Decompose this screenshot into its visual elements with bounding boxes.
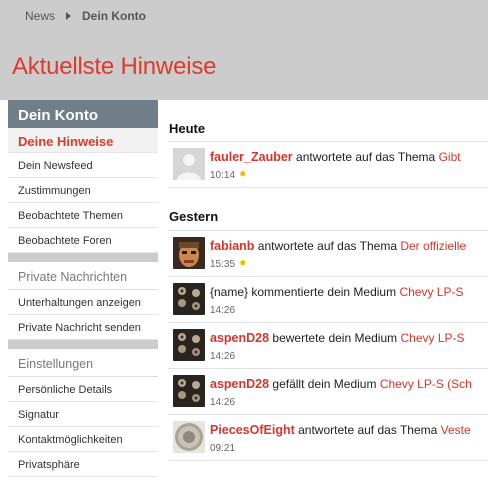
notification-time: 10:14 ✸ bbox=[210, 169, 247, 181]
sidebar-item-persoenliche-details[interactable]: Persönliche Details bbox=[8, 377, 158, 402]
sidebar-header[interactable]: Dein Konto bbox=[8, 100, 158, 128]
sidebar-divider bbox=[8, 340, 158, 349]
sidebar-item-newsfeed[interactable]: Dein Newsfeed bbox=[8, 153, 158, 178]
sidebar-divider bbox=[8, 253, 158, 262]
sidebar-group-einstellungen[interactable]: Einstellungen bbox=[8, 349, 158, 377]
sidebar-item-deine-hinweise[interactable]: Deine Hinweise bbox=[8, 128, 158, 153]
notification-thread-link[interactable]: Gibt bbox=[439, 150, 461, 164]
notification-user-link[interactable]: fauler_Zauber bbox=[210, 150, 293, 164]
notification-text: aspenD28 gefällt dein Medium Chevy LP-S … bbox=[210, 377, 472, 391]
breadcrumb-current[interactable]: Dein Konto bbox=[82, 9, 146, 23]
coin-avatar[interactable] bbox=[173, 421, 205, 453]
notification-item[interactable]: aspenD28 bewertete dein Medium Chevy LP-… bbox=[168, 323, 488, 369]
notification-text: fauler_Zauber antwortete auf das Thema G… bbox=[210, 150, 461, 164]
notification-thread-link[interactable]: Der offizielle bbox=[400, 239, 466, 253]
page-title: Aktuellste Hinweise bbox=[12, 53, 217, 80]
section-title-heute: Heute bbox=[169, 121, 206, 136]
notification-text: {name} kommentierte dein Medium Chevy LP… bbox=[210, 285, 463, 299]
notification-thread-link[interactable]: Veste bbox=[441, 423, 471, 437]
notification-action: antwortete auf das Thema bbox=[257, 239, 397, 253]
notification-time: 14:26 bbox=[210, 351, 236, 362]
notification-user-link[interactable]: aspenD28 bbox=[210, 377, 269, 391]
notification-action: antwortete auf das Thema bbox=[296, 150, 436, 164]
section-title-gestern: Gestern bbox=[169, 209, 219, 224]
breadcrumb-news-link[interactable]: News bbox=[25, 9, 55, 23]
star-icon: ✸ bbox=[239, 258, 247, 268]
notification-time: 14:26 bbox=[210, 305, 236, 316]
sidebar-item-signatur[interactable]: Signatur bbox=[8, 402, 158, 427]
notification-item[interactable]: PiecesOfEight antwortete auf das Thema V… bbox=[168, 415, 488, 461]
notification-item[interactable]: fabianb antwortete auf das Thema Der off… bbox=[168, 231, 488, 277]
notification-action: antwortete auf das Thema bbox=[298, 423, 438, 437]
notification-media-link[interactable]: Chevy LP-S bbox=[399, 285, 463, 299]
sidebar-item-unterhaltungen[interactable]: Unterhaltungen anzeigen bbox=[8, 290, 158, 315]
notification-time: 09:21 bbox=[210, 443, 236, 454]
notification-item[interactable]: fauler_Zauber antwortete auf das Thema G… bbox=[168, 142, 488, 188]
notifications-list: Heute fauler_Zauber antwortete auf das T… bbox=[168, 100, 488, 478]
star-icon: ✸ bbox=[239, 169, 247, 179]
notification-item[interactable]: {name} kommentierte dein Medium Chevy LP… bbox=[168, 277, 488, 323]
breadcrumb: News Dein Konto bbox=[25, 9, 146, 23]
sidebar-group-private-nachrichten[interactable]: Private Nachrichten bbox=[8, 262, 158, 290]
sidebar: Dein Konto Deine Hinweise Dein Newsfeed … bbox=[8, 100, 158, 478]
notification-user-link[interactable]: fabianb bbox=[210, 239, 254, 253]
face-avatar[interactable] bbox=[173, 237, 205, 269]
notification-text: PiecesOfEight antwortete auf das Thema V… bbox=[210, 423, 471, 437]
page-header: News Dein Konto Aktuellste Hinweise bbox=[0, 0, 488, 100]
notification-text: fabianb antwortete auf das Thema Der off… bbox=[210, 239, 466, 253]
sidebar-item-nachricht-senden[interactable]: Private Nachricht senden bbox=[8, 315, 158, 340]
knobs-avatar[interactable] bbox=[173, 283, 205, 315]
chevron-right-icon bbox=[66, 12, 72, 20]
notification-time: 14:26 bbox=[210, 397, 236, 408]
sidebar-item-zustimmungen[interactable]: Zustimmungen bbox=[8, 178, 158, 203]
notification-media-link[interactable]: Chevy LP-S bbox=[400, 331, 464, 345]
notification-action: gefällt dein Medium bbox=[272, 377, 377, 391]
notification-action: {name} kommentierte dein Medium bbox=[210, 285, 397, 299]
sidebar-item-kontakt[interactable]: Kontaktmöglichkeiten bbox=[8, 427, 158, 452]
knobs-avatar[interactable] bbox=[173, 329, 205, 361]
sidebar-item-privatsphaere[interactable]: Privatsphäre bbox=[8, 452, 158, 477]
notification-user-link[interactable]: PiecesOfEight bbox=[210, 423, 295, 437]
notification-user-link[interactable]: aspenD28 bbox=[210, 331, 269, 345]
sidebar-item-beobachtete-themen[interactable]: Beobachtete Themen bbox=[8, 203, 158, 228]
notification-item[interactable]: aspenD28 gefällt dein Medium Chevy LP-S … bbox=[168, 369, 488, 415]
notification-action: bewertete dein Medium bbox=[272, 331, 398, 345]
default-avatar-icon[interactable] bbox=[173, 148, 205, 180]
notification-media-link[interactable]: Chevy LP-S (Sch bbox=[380, 377, 472, 391]
sidebar-item-beobachtete-foren[interactable]: Beobachtete Foren bbox=[8, 228, 158, 253]
knobs-avatar[interactable] bbox=[173, 375, 205, 407]
notification-time: 15:35 ✸ bbox=[210, 258, 247, 270]
notification-text: aspenD28 bewertete dein Medium Chevy LP-… bbox=[210, 331, 465, 345]
